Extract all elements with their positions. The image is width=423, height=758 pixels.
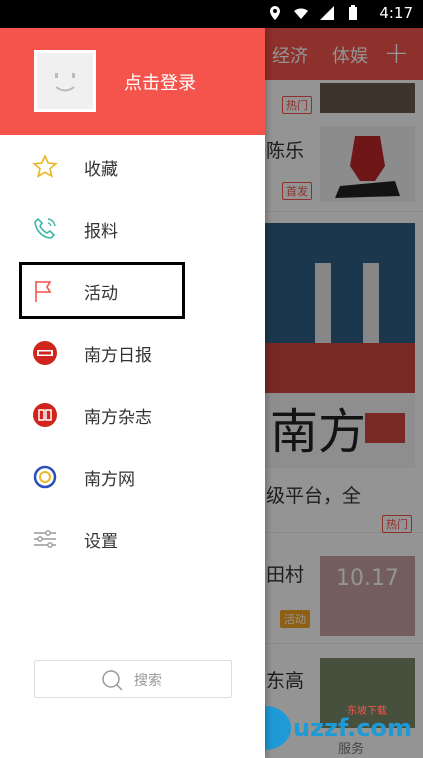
highlight-box	[19, 262, 185, 319]
menu-item-nanfang-daily[interactable]: 南方日报	[0, 322, 265, 384]
watermark-subtext: 东坡下载	[347, 704, 387, 717]
avatar[interactable]	[34, 50, 96, 112]
nanfang-net-icon	[33, 465, 57, 489]
status-icons	[267, 5, 361, 21]
search-placeholder: 搜索	[134, 673, 162, 689]
menu-item-settings[interactable]: 设置	[0, 508, 265, 570]
menu-item-nanfang-magazine[interactable]: 南方杂志	[0, 384, 265, 446]
search-icon	[102, 670, 123, 691]
watermark-text: uzzf.com	[293, 714, 412, 742]
status-time: 4:17	[379, 4, 413, 22]
nanfang-daily-icon	[33, 341, 57, 365]
search-input[interactable]: 搜索	[34, 660, 232, 698]
drawer-header[interactable]: 点击登录	[0, 28, 265, 135]
nanfang-magazine-icon	[33, 403, 57, 427]
menu-label: 南方日报	[84, 346, 152, 366]
menu-label: 报料	[84, 222, 118, 242]
menu-item-favorites[interactable]: 收藏	[0, 136, 265, 198]
phone-icon	[34, 217, 56, 239]
menu-label: 南方杂志	[84, 408, 152, 428]
settings-icon	[34, 530, 56, 548]
menu-item-report[interactable]: 报料	[0, 198, 265, 260]
login-link[interactable]: 点击登录	[124, 69, 196, 95]
battery-icon	[349, 5, 357, 20]
menu-label: 收藏	[84, 160, 118, 180]
status-bar: 4:17	[0, 0, 423, 28]
face-icon	[55, 73, 75, 92]
navigation-drawer: 点击登录 收藏 报料 活动 南方日报 南方杂志 南方网 设置 搜索	[0, 28, 265, 758]
menu-label: 南方网	[84, 470, 135, 490]
menu-item-nanfang-net[interactable]: 南方网	[0, 446, 265, 508]
star-icon	[32, 154, 58, 178]
location-icon	[270, 6, 280, 20]
menu-label: 设置	[84, 532, 118, 552]
signal-icon	[320, 6, 334, 20]
wifi-icon	[294, 8, 308, 19]
